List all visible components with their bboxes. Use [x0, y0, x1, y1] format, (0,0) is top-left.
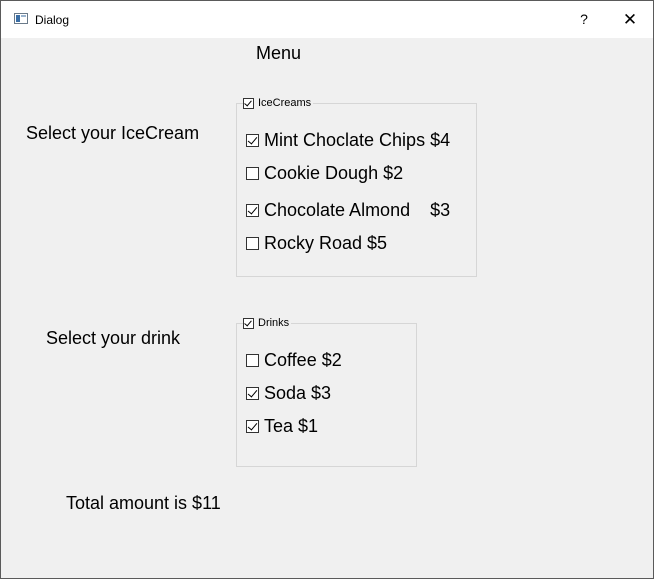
- icecream-rocky-road-label: Rocky Road $5: [264, 233, 388, 253]
- total-amount-label: Total amount is $11: [66, 493, 221, 513]
- icecream-item-mint[interactable]: Mint Choclate Chips $4: [246, 130, 450, 151]
- icecream-cookie-dough-checkbox[interactable]: [246, 167, 259, 180]
- drink-coffee-checkbox[interactable]: [246, 354, 259, 367]
- drink-coffee-label: Coffee $2: [264, 350, 342, 370]
- icecream-item-chocolate-almond[interactable]: Chocolate Almond $3: [246, 200, 450, 221]
- drink-item-coffee[interactable]: Coffee $2: [246, 350, 342, 371]
- drink-item-soda[interactable]: Soda $3: [246, 383, 331, 404]
- icecreams-group-checkbox[interactable]: [243, 97, 254, 109]
- drink-soda-label: Soda $3: [264, 383, 332, 403]
- drink-tea-checkbox[interactable]: [246, 420, 259, 433]
- menu-heading: Menu: [256, 43, 302, 63]
- drinks-group-header[interactable]: Drinks: [243, 317, 292, 329]
- title-bar[interactable]: Dialog ? ✕: [1, 1, 653, 38]
- drink-prompt-label: Select your drink: [46, 328, 181, 348]
- drinks-group-title: Drinks: [258, 317, 290, 329]
- drink-item-tea[interactable]: Tea $1: [246, 416, 318, 437]
- close-button[interactable]: ✕: [607, 1, 653, 38]
- icecream-mint-label: Mint Choclate Chips $4: [264, 130, 451, 150]
- icecream-mint-checkbox[interactable]: [246, 134, 259, 147]
- icecreams-group-title: IceCreams: [258, 97, 312, 109]
- dialog-window: Dialog ? ✕ Menu Select your IceCream Ice…: [0, 0, 654, 579]
- icecream-chocolate-almond-checkbox[interactable]: [246, 204, 259, 217]
- icecream-rocky-road-checkbox[interactable]: [246, 237, 259, 250]
- icecream-item-rocky-road[interactable]: Rocky Road $5: [246, 233, 387, 254]
- drink-soda-checkbox[interactable]: [246, 387, 259, 400]
- icecream-chocolate-almond-label: Chocolate Almond $3: [264, 200, 451, 220]
- drink-tea-label: Tea $1: [264, 416, 319, 436]
- app-icon: [14, 13, 28, 24]
- icecream-item-cookie-dough[interactable]: Cookie Dough $2: [246, 163, 403, 184]
- icecream-prompt-label: Select your IceCream: [26, 123, 200, 143]
- icecream-cookie-dough-label: Cookie Dough $2: [264, 163, 404, 183]
- drinks-group-checkbox[interactable]: [243, 317, 254, 329]
- window-title: Dialog: [35, 13, 70, 27]
- help-button[interactable]: ?: [561, 1, 607, 38]
- icecreams-group-header[interactable]: IceCreams: [243, 97, 314, 109]
